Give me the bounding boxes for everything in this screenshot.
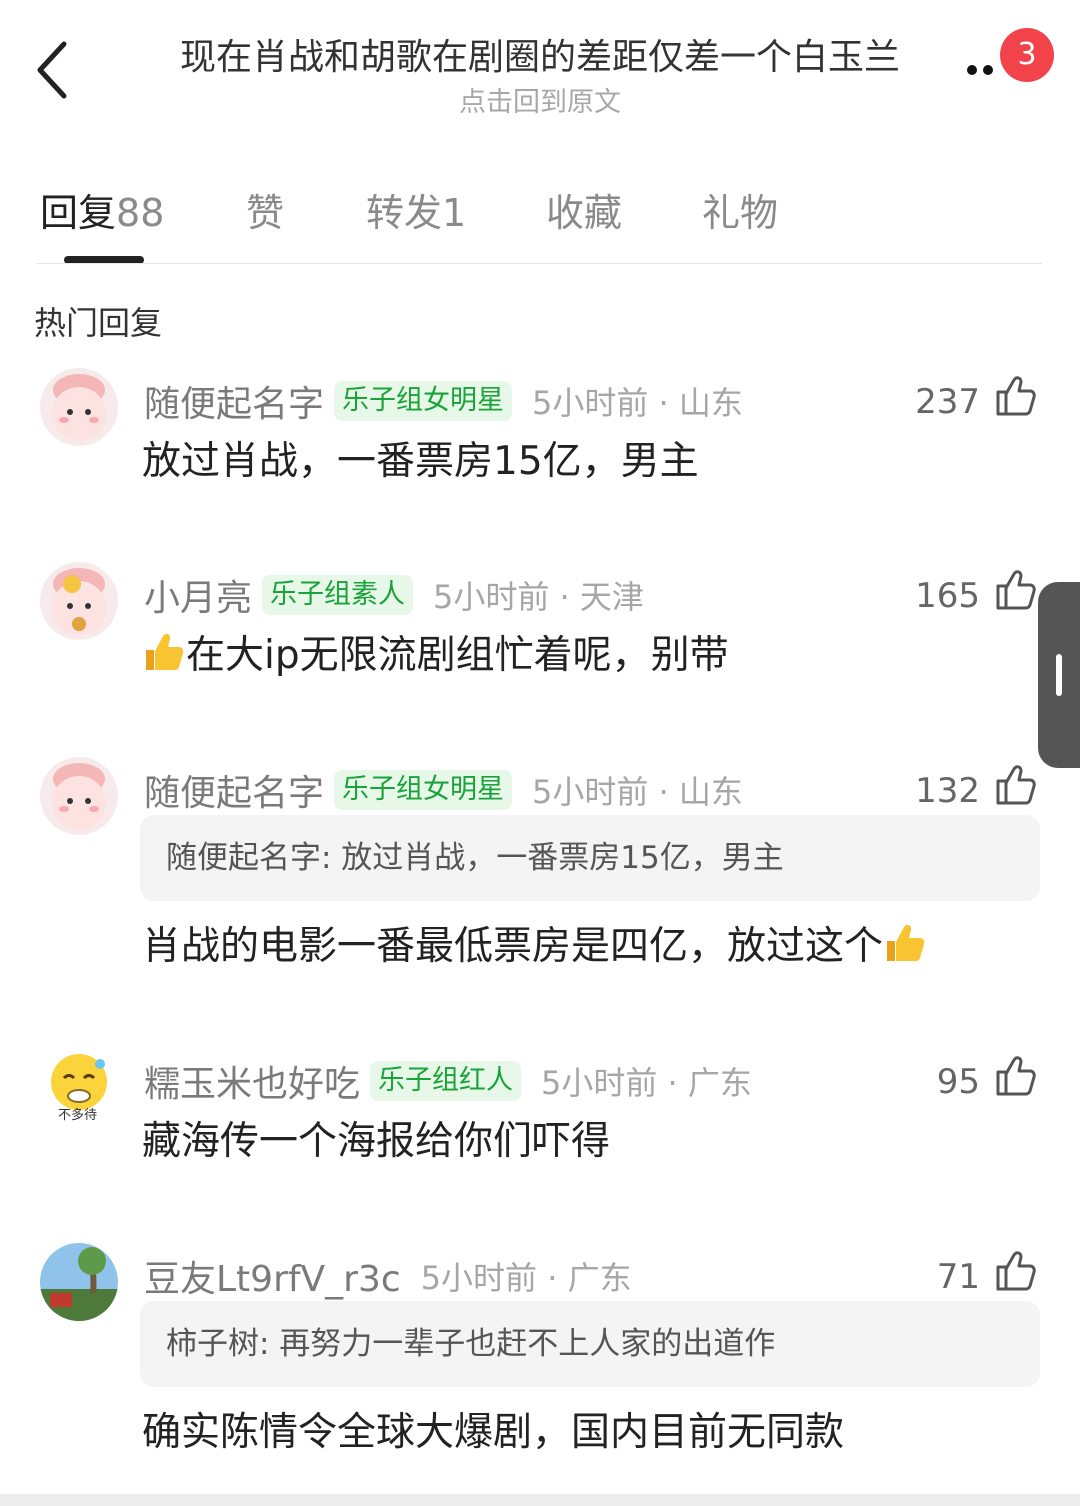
username[interactable]: 糯玉米也好吃 [144,1055,360,1107]
thumbs-up-icon[interactable] [994,763,1038,807]
thumbs-up-icon[interactable] [994,568,1038,612]
quoted-reply[interactable]: 柿子树: 再努力一辈子也赶不上人家的出道作 [140,1301,1040,1387]
time-location: 5小时前 · 山东 [532,384,743,422]
bottom-bar [0,1494,1080,1506]
thumbs-up-icon[interactable] [994,374,1038,418]
top-bar: 现在肖战和胡歌在剧圈的差距仅差一个白玉兰 点击回到原文 3 [0,0,1080,130]
comment-text: 肖战的电影一番最低票房是四亿，放过这个 [142,924,884,969]
thumbs-up-icon[interactable] [994,1249,1038,1293]
tab-favorites[interactable]: 收藏 [546,182,622,237]
comment-meta: 豆友Lt9rfV_r3c 5小时前 · 广东 [144,1250,632,1302]
user-tag-badge: 乐子组红人 [370,1061,522,1101]
comment-text: 在大ip无限流剧组忙着呢，别带 [186,633,729,678]
tab-bar: 回复88 赞 转发1 收藏 礼物 [0,160,1080,264]
tab-likes[interactable]: 赞 [246,182,284,237]
user-tag-badge: 乐子组女明星 [334,770,513,810]
section-title: 热门回复 [34,304,163,342]
comment-text: 放过肖战，一番票房15亿，男主 [142,439,699,484]
scroll-grip [1056,654,1062,696]
avatar-caption: 不多待 [58,1108,98,1123]
avatar[interactable]: 不多待 [40,1048,118,1126]
username[interactable]: 随便起名字 [144,375,324,427]
comment-text-row: 肖战的电影一番最低票房是四亿，放过这个 [142,915,927,971]
avatar[interactable] [40,562,118,640]
comment-meta: 小月亮 乐子组素人 5小时前 · 天津 [144,569,644,621]
like-count: 71 [936,1257,980,1297]
username[interactable]: 豆友Lt9rfV_r3c [144,1250,401,1302]
like-count: 237 [915,382,980,422]
comment-text: 确实陈情令全球大爆剧，国内目前无同款 [142,1410,845,1455]
avatar[interactable] [40,1243,118,1321]
username[interactable]: 随便起名字 [144,764,324,816]
comment-meta: 随便起名字 乐子组女明星 5小时前 · 山东 [144,375,743,427]
tab-label: 赞 [246,191,285,235]
comment-meta: 糯玉米也好吃 乐子组红人 5小时前 · 广东 [144,1055,752,1107]
tab-count: 88 [116,191,165,235]
tab-label: 礼物 [702,191,779,235]
tab-reposts[interactable]: 转发1 [366,182,466,237]
like-count: 95 [936,1062,980,1102]
quoted-reply[interactable]: 随便起名字: 放过肖战，一番票房15亿，男主 [140,815,1040,901]
time-location: 5小时前 · 天津 [433,578,644,616]
like-count: 132 [915,771,980,811]
thumbs-up-emoji-icon [887,924,925,961]
thumbs-up-emoji-icon [146,633,184,670]
tab-gifts[interactable]: 礼物 [702,182,778,237]
tab-replies[interactable]: 回复88 [40,182,164,237]
back-to-post-link[interactable]: 点击回到原文 [0,80,1080,119]
time-location: 5小时前 · 广东 [541,1064,752,1102]
comment-text-row: 在大ip无限流剧组忙着呢，别带 [142,624,729,680]
tab-label: 收藏 [546,191,623,235]
user-tag-badge: 乐子组女明星 [334,381,513,421]
tab-count: 1 [442,191,467,235]
tab-label: 回复 [40,191,117,235]
thumbs-up-icon[interactable] [994,1054,1038,1098]
scroll-handle[interactable] [1038,582,1080,768]
time-location: 5小时前 · 山东 [532,773,743,811]
divider [36,263,1042,264]
avatar[interactable] [40,757,118,835]
username[interactable]: 小月亮 [144,569,252,621]
time-location: 5小时前 · 广东 [420,1259,632,1297]
user-tag-badge: 乐子组素人 [262,575,414,615]
like-count: 165 [915,576,980,616]
notification-badge[interactable]: 3 [1000,28,1054,82]
post-title[interactable]: 现在肖战和胡歌在剧圈的差距仅差一个白玉兰 [110,28,970,80]
avatar[interactable] [40,368,118,446]
comment-text: 藏海传一个海报给你们吓得 [142,1119,611,1164]
tab-label: 转发 [366,191,443,235]
comment-meta: 随便起名字 乐子组女明星 5小时前 · 山东 [144,764,743,816]
